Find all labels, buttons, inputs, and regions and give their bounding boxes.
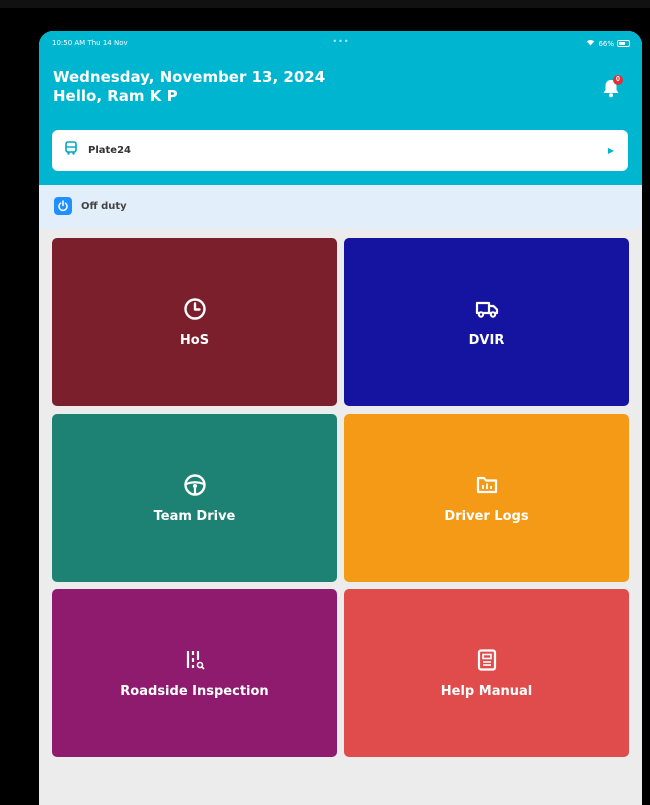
tile-hos[interactable]: HoS [52, 238, 337, 406]
status-time-value: 10:50 AM [52, 39, 86, 47]
notification-badge: 0 [613, 75, 623, 85]
vehicle-name: Plate24 [88, 145, 131, 156]
battery-icon [617, 40, 630, 47]
multitask-dots[interactable]: ••• [332, 37, 349, 46]
battery-percent: 66% [598, 39, 614, 48]
duty-status-bar: Off duty [39, 185, 642, 229]
manual-icon [474, 647, 500, 673]
tile-label: Roadside Inspection [120, 684, 269, 699]
folder-chart-icon [474, 472, 500, 498]
wifi-icon [586, 39, 595, 48]
tile-label: DVIR [468, 333, 505, 348]
device-bezel [0, 0, 650, 8]
steering-wheel-icon [182, 472, 208, 498]
current-date: Wednesday, November 13, 2024 [53, 68, 326, 86]
tile-label: Driver Logs [444, 509, 529, 524]
tile-team-drive[interactable]: Team Drive [52, 414, 337, 582]
chevron-right-icon: ▶ [607, 146, 614, 155]
tile-dvir[interactable]: DVIR [344, 238, 629, 406]
tile-roadside-inspection[interactable]: Roadside Inspection [52, 589, 337, 757]
notifications-button[interactable]: 0 [602, 75, 623, 98]
power-icon [54, 197, 72, 215]
system-status-bar: 10:50 AM Thu 14 Nov ••• 66% [52, 37, 630, 51]
status-right: 66% [586, 39, 630, 48]
greeting-block: Wednesday, November 13, 2024 Hello, Ram … [53, 68, 325, 106]
header: 10:50 AM Thu 14 Nov ••• 66% Wednesday, N… [39, 31, 642, 185]
bus-icon [64, 141, 78, 160]
tile-help-manual[interactable]: Help Manual [344, 589, 629, 757]
user-greeting: Hello, Ram K P [53, 87, 178, 105]
tile-label: Help Manual [440, 684, 533, 699]
tile-label: Team Drive [153, 509, 236, 524]
vehicle-selector[interactable]: Plate24 ▶ [52, 130, 628, 171]
tile-driver-logs[interactable]: Driver Logs [344, 414, 629, 582]
status-day-value: Thu 14 Nov [87, 39, 128, 47]
duty-status-label: Off duty [81, 200, 127, 212]
tile-label: HoS [179, 333, 210, 348]
bell-icon [602, 80, 620, 102]
inspection-icon [182, 647, 208, 673]
duty-status[interactable]: Off duty [54, 197, 127, 215]
status-time: 10:50 AM Thu 14 Nov [52, 39, 128, 47]
clock-icon [182, 296, 208, 322]
app-screen: 10:50 AM Thu 14 Nov ••• 66% Wednesday, N… [39, 31, 642, 805]
truck-icon [474, 296, 500, 322]
